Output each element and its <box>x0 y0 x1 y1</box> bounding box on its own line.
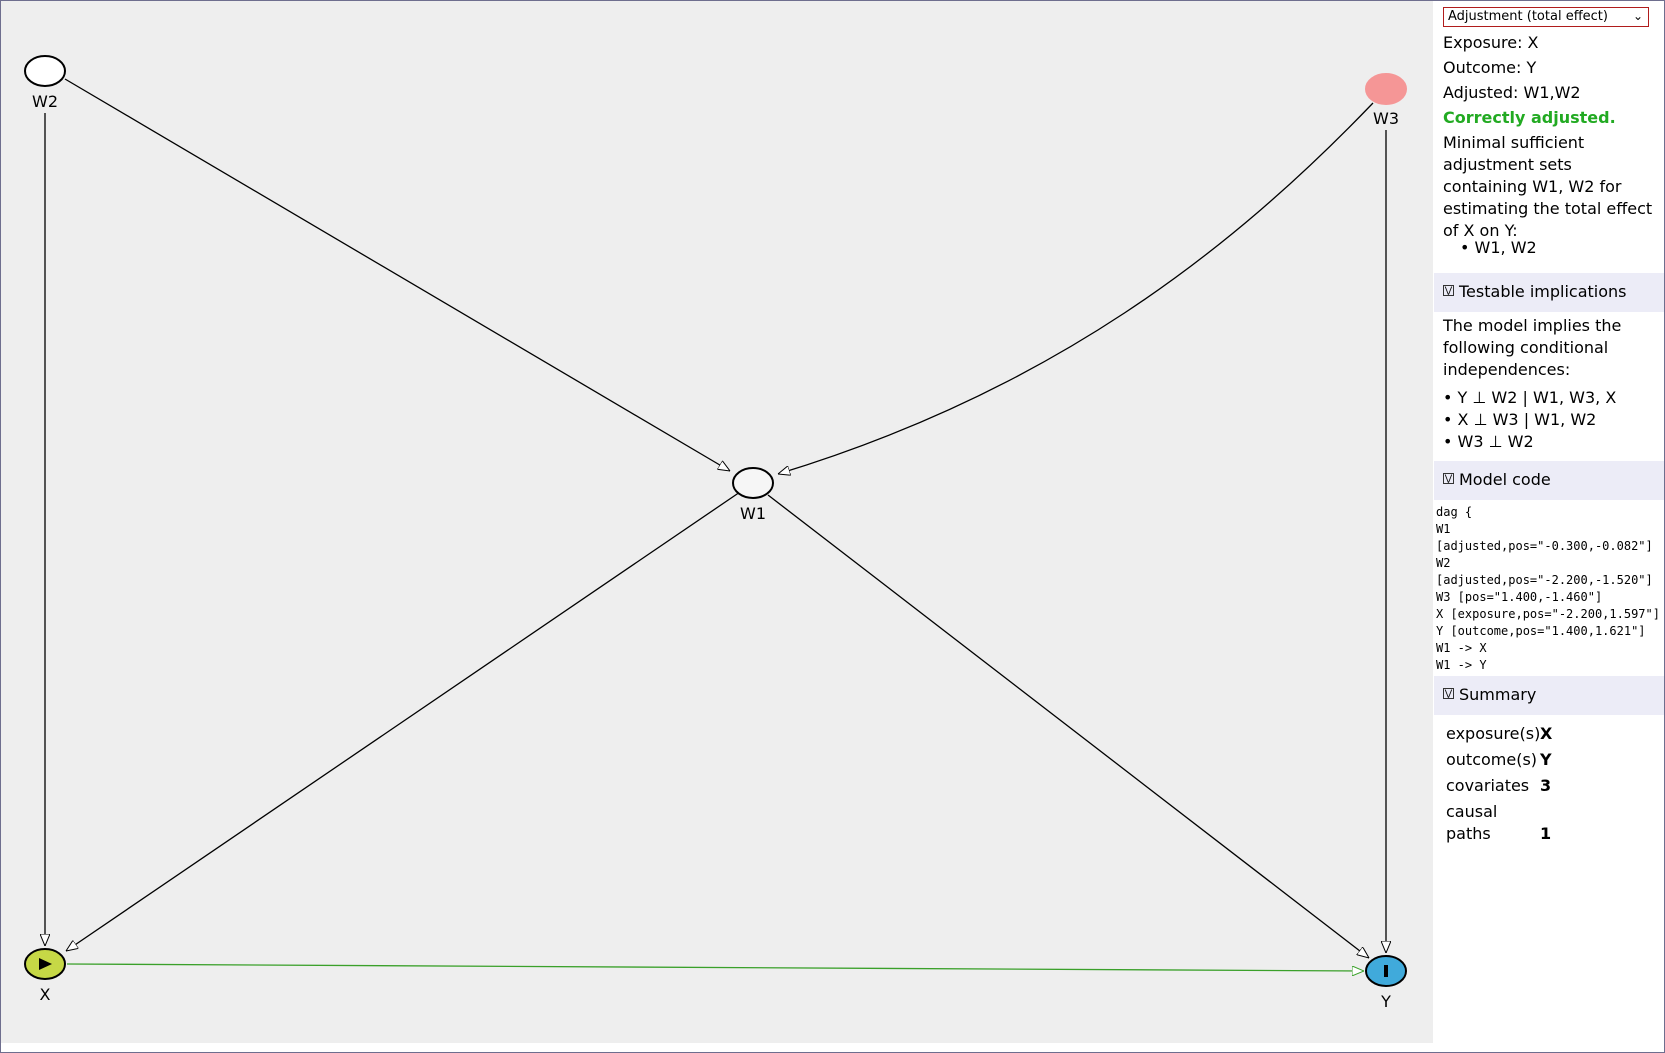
model-code-text[interactable]: dag {W1 [adjusted,pos="-0.300,-0.082"] W2[… <box>1436 504 1660 674</box>
min-sets-text: Minimal sufficient adjustment sets conta… <box>1443 133 1653 240</box>
summary-row: outcome(s) Y <box>1446 750 1552 769</box>
collapse-toggle-icon[interactable]: ⋁ <box>1443 285 1454 296</box>
effect-mode-select[interactable]: Adjustment (total effect) ⌄ <box>1443 7 1649 27</box>
summary-row: causal paths 1 <box>1446 802 1552 843</box>
node-w1[interactable]: W1 <box>732 467 774 523</box>
edge-x-y[interactable] <box>66 963 1364 971</box>
exposure-line: Exposure: X <box>1443 33 1539 52</box>
svg-text:X: X <box>40 985 51 1004</box>
dag-canvas[interactable]: W2 W3 W1 X Y <box>1 1 1433 1043</box>
canvas-bottom-strip <box>1 1043 1433 1051</box>
edge-w1-y[interactable] <box>767 494 1369 958</box>
summary-row: covariates 3 <box>1446 776 1552 795</box>
adjusted-line: Adjusted: W1,W2 <box>1443 83 1581 102</box>
outcome-bar-icon <box>1384 965 1388 977</box>
implication-item: • X ⊥ W3 | W1, W2 <box>1443 410 1597 429</box>
edge-w2-w1[interactable] <box>64 78 730 471</box>
svg-text:W3: W3 <box>1373 109 1399 128</box>
summary-row: exposure(s)X <box>1446 724 1553 743</box>
edge-w3-w1[interactable] <box>778 102 1374 474</box>
svg-text:W2: W2 <box>32 92 58 111</box>
min-set-item: • W1, W2 <box>1460 238 1537 257</box>
outcome-line: Outcome: Y <box>1443 58 1537 77</box>
section-summary[interactable]: ⋁ Summary <box>1434 676 1664 715</box>
collapse-toggle-icon[interactable]: ⋁ <box>1443 688 1454 699</box>
implication-item: • W3 ⊥ W2 <box>1443 432 1534 451</box>
implication-item: • Y ⊥ W2 | W1, W3, X <box>1443 388 1617 407</box>
side-panel: Adjustment (total effect) ⌄ Exposure: X … <box>1434 1 1664 1051</box>
node-w3[interactable]: W3 <box>1365 73 1407 128</box>
node-x[interactable]: X <box>24 948 66 1004</box>
svg-text:Y: Y <box>1380 992 1391 1011</box>
svg-text:W1: W1 <box>740 504 766 523</box>
adjustment-status: Correctly adjusted. <box>1443 108 1616 127</box>
edge-w1-x[interactable] <box>66 491 741 951</box>
section-model-code[interactable]: ⋁ Model code <box>1434 461 1664 500</box>
section-testable-implications[interactable]: ⋁ Testable implications <box>1434 273 1664 312</box>
effect-mode-value: Adjustment (total effect) <box>1448 9 1608 24</box>
node-y[interactable]: Y <box>1365 955 1407 1011</box>
dag-graph[interactable]: W2 W3 W1 X Y <box>1 1 1433 1043</box>
node-w2[interactable]: W2 <box>24 55 66 111</box>
chevron-down-icon: ⌄ <box>1632 9 1643 23</box>
collapse-toggle-icon[interactable]: ⋁ <box>1443 473 1454 484</box>
testable-intro: The model implies the following conditio… <box>1443 316 1622 379</box>
